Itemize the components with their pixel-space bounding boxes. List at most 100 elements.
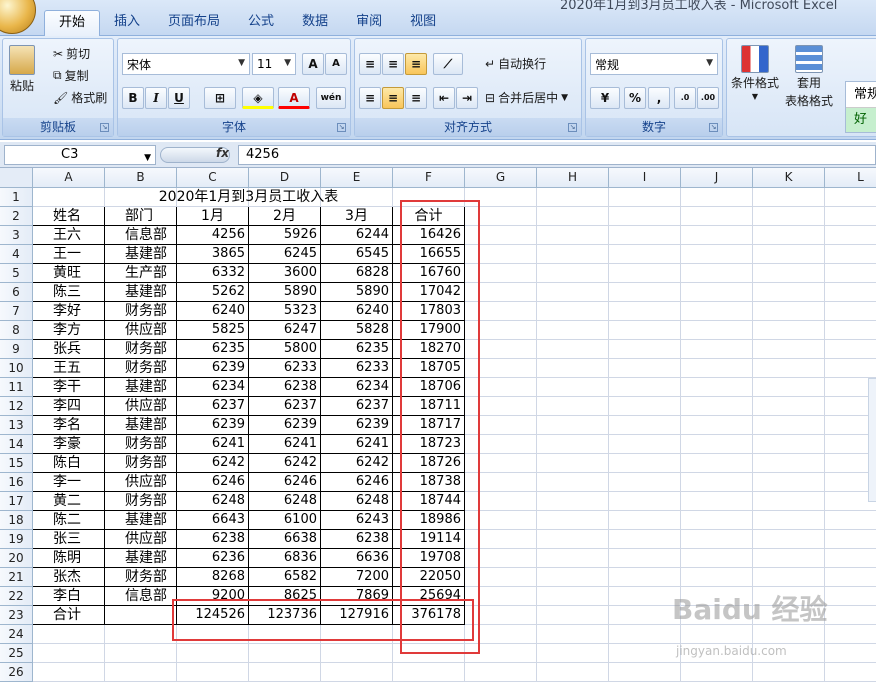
month-cell[interactable]: 6246 xyxy=(321,473,393,492)
cell-empty[interactable] xyxy=(825,625,876,644)
cell-empty[interactable] xyxy=(465,397,537,416)
column-header-L[interactable]: L xyxy=(825,168,876,188)
cell-empty[interactable] xyxy=(681,321,753,340)
cell-empty[interactable] xyxy=(825,264,876,283)
cell-empty[interactable] xyxy=(393,644,465,663)
cell-empty[interactable] xyxy=(681,188,753,207)
month-cell[interactable]: 6239 xyxy=(177,416,249,435)
month-cell[interactable]: 6582 xyxy=(249,568,321,587)
cell-empty[interactable] xyxy=(753,549,825,568)
cell-empty[interactable] xyxy=(681,416,753,435)
cell-empty[interactable] xyxy=(537,226,609,245)
cell-empty[interactable] xyxy=(177,663,249,682)
cell-empty[interactable] xyxy=(825,511,876,530)
month-cell[interactable]: 6828 xyxy=(321,264,393,283)
decrease-indent-button[interactable]: ⇤ xyxy=(433,87,455,109)
month-cell[interactable]: 6238 xyxy=(177,530,249,549)
month-cell[interactable]: 6247 xyxy=(249,321,321,340)
row-header-22[interactable]: 22 xyxy=(0,587,33,606)
cell-empty[interactable] xyxy=(465,492,537,511)
paste-button[interactable]: 粘贴 xyxy=(9,45,35,94)
cell-empty[interactable] xyxy=(465,302,537,321)
number-format-select[interactable]: 常规 ▼ xyxy=(590,53,718,75)
cell-empty[interactable] xyxy=(537,397,609,416)
cell-empty[interactable] xyxy=(537,549,609,568)
row-header-16[interactable]: 16 xyxy=(0,473,33,492)
cell-empty[interactable] xyxy=(537,416,609,435)
cell-empty[interactable] xyxy=(465,378,537,397)
month-cell[interactable]: 5800 xyxy=(249,340,321,359)
cell-empty[interactable] xyxy=(609,606,681,625)
font-launcher-icon[interactable]: ↘ xyxy=(337,123,346,132)
cell-empty[interactable] xyxy=(609,625,681,644)
wrap-text-button[interactable]: ↵ 自动换行 xyxy=(485,55,546,72)
orientation-button[interactable]: ⟋ xyxy=(433,53,463,75)
cell-empty[interactable] xyxy=(465,321,537,340)
cell-empty[interactable] xyxy=(681,283,753,302)
month-cell[interactable]: 6240 xyxy=(321,302,393,321)
cell-empty[interactable] xyxy=(825,302,876,321)
cell-empty[interactable] xyxy=(465,644,537,663)
cell-empty[interactable] xyxy=(609,492,681,511)
increase-decimal-button[interactable]: .0 xyxy=(674,87,696,109)
cell-empty[interactable] xyxy=(537,283,609,302)
grand-total-cell[interactable]: 127916 xyxy=(321,606,393,625)
month-cell[interactable]: 5825 xyxy=(177,321,249,340)
month-cell[interactable]: 6233 xyxy=(321,359,393,378)
department-cell[interactable]: 基建部 xyxy=(105,511,177,530)
cell-empty[interactable] xyxy=(825,188,876,207)
month-cell[interactable]: 7200 xyxy=(321,568,393,587)
total-cell[interactable]: 19114 xyxy=(393,530,465,549)
grow-font-button[interactable]: A xyxy=(302,53,324,75)
department-cell[interactable]: 基建部 xyxy=(105,416,177,435)
month-cell[interactable]: 5890 xyxy=(249,283,321,302)
cell-empty[interactable] xyxy=(393,663,465,682)
month-cell[interactable]: 6241 xyxy=(249,435,321,454)
cell-empty[interactable] xyxy=(537,663,609,682)
cell-empty[interactable] xyxy=(537,587,609,606)
total-cell[interactable]: 17900 xyxy=(393,321,465,340)
month-cell[interactable]: 5262 xyxy=(177,283,249,302)
cell-empty[interactable] xyxy=(465,283,537,302)
cell-empty[interactable] xyxy=(537,340,609,359)
cell-empty[interactable] xyxy=(537,454,609,473)
column-header-F[interactable]: F xyxy=(393,168,465,188)
month-cell[interactable]: 6242 xyxy=(177,454,249,473)
month-cell[interactable]: 6234 xyxy=(177,378,249,397)
cell-empty[interactable] xyxy=(33,625,105,644)
font-color-button[interactable]: A xyxy=(278,87,310,109)
cell-empty[interactable] xyxy=(537,359,609,378)
department-cell[interactable]: 基建部 xyxy=(105,378,177,397)
cell-empty[interactable] xyxy=(609,397,681,416)
cell-empty[interactable] xyxy=(537,264,609,283)
cell-empty[interactable] xyxy=(753,454,825,473)
row-header-3[interactable]: 3 xyxy=(0,226,33,245)
cell-empty[interactable] xyxy=(753,264,825,283)
cell-empty[interactable] xyxy=(681,226,753,245)
cell-empty[interactable] xyxy=(609,302,681,321)
cell-empty[interactable] xyxy=(753,416,825,435)
name-cell[interactable]: 李四 xyxy=(33,397,105,416)
cell-empty[interactable] xyxy=(465,530,537,549)
cell-empty[interactable] xyxy=(681,549,753,568)
cell-empty[interactable] xyxy=(753,530,825,549)
cell-empty[interactable] xyxy=(609,549,681,568)
grand-total-cell[interactable]: 123736 xyxy=(249,606,321,625)
department-cell[interactable]: 供应部 xyxy=(105,530,177,549)
cell-empty[interactable] xyxy=(681,245,753,264)
cell-empty[interactable] xyxy=(681,663,753,682)
month-cell[interactable]: 9200 xyxy=(177,587,249,606)
sheet-title-cell[interactable]: 2020年1月到3月员工收入表 xyxy=(33,188,465,207)
style-good[interactable]: 好 xyxy=(846,108,876,132)
name-cell[interactable]: 陈明 xyxy=(33,549,105,568)
cell-empty[interactable] xyxy=(681,340,753,359)
cell-empty[interactable] xyxy=(393,625,465,644)
column-header-C[interactable]: C xyxy=(177,168,249,188)
conditional-format-button[interactable]: 条件格式 ▼ xyxy=(731,45,779,101)
row-header-7[interactable]: 7 xyxy=(0,302,33,321)
cell-empty[interactable] xyxy=(321,625,393,644)
cell-empty[interactable] xyxy=(609,359,681,378)
comma-button[interactable]: , xyxy=(648,87,670,109)
shrink-font-button[interactable]: A xyxy=(325,53,347,75)
total-cell[interactable]: 16426 xyxy=(393,226,465,245)
